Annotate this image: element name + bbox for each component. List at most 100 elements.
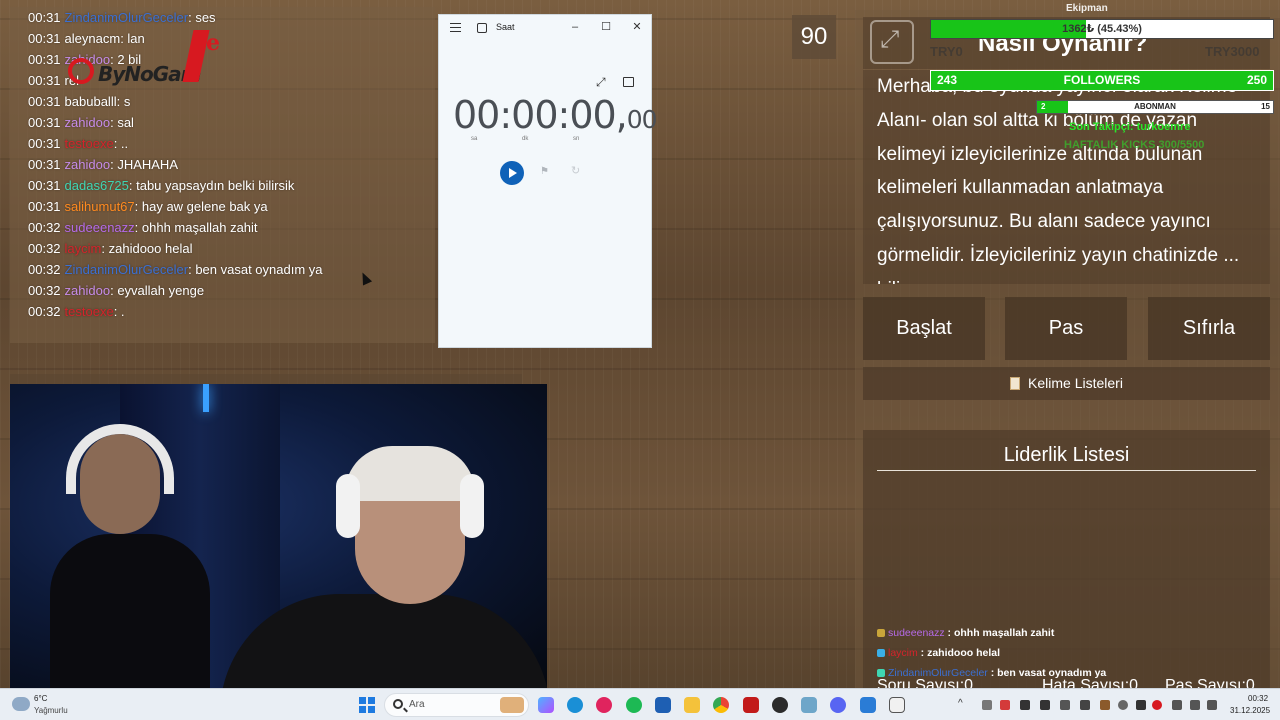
chat-username[interactable]: laycim <box>65 241 102 256</box>
tray-icon-2[interactable] <box>1000 700 1010 710</box>
weather-description[interactable]: Yağmurlu <box>34 706 68 715</box>
tray-icon-9[interactable] <box>1136 700 1146 710</box>
word-lists-button[interactable]: Kelime Listeleri <box>863 367 1270 400</box>
windows-start-icon[interactable] <box>359 697 375 713</box>
stream-chat-text: : ben vasat oynadım ya <box>987 667 1107 679</box>
subscriber-goal-bar: 2 ABONMAN 15 <box>1036 100 1274 114</box>
chat-text: : s <box>116 94 131 109</box>
chat-timestamp: 00:31 <box>28 52 61 67</box>
clock-app-window[interactable]: Saat – ☐ ✕ ⤢ 00:00:00,00 sa dk sn ⚑ ↻ <box>438 14 658 348</box>
app-window-icon[interactable] <box>860 697 876 713</box>
microphone-icon[interactable] <box>1172 700 1182 710</box>
chat-text: : tabu yapsaydın belki bilirsik <box>128 178 295 193</box>
chat-timestamp: 00:31 <box>28 136 61 151</box>
chat-message: 00:31 zahidoo: JHAHAHA <box>10 154 435 175</box>
chat-username[interactable]: ZindanimOlurGeceler <box>65 262 189 277</box>
chat-username[interactable]: sudeeenazz <box>65 220 135 235</box>
clock-titlebar[interactable]: Saat – ☐ ✕ <box>439 15 651 41</box>
streamer-right-cap <box>345 446 475 501</box>
start-button[interactable]: Başlat <box>863 297 985 360</box>
copilot-icon[interactable] <box>538 697 554 713</box>
chevron-up-icon[interactable]: ^ <box>958 698 963 709</box>
tray-icon-10[interactable] <box>1152 700 1162 710</box>
chat-timestamp: 00:32 <box>28 241 61 256</box>
chat-message: 00:31 zahidoo: sal <box>10 112 435 133</box>
user-badge-icon <box>877 669 885 677</box>
chat-username[interactable]: testoexe <box>65 136 114 151</box>
expand-icon[interactable]: ⤢ <box>596 76 606 88</box>
chat-username[interactable]: ZindanimOlurGeceler <box>65 10 189 25</box>
chat-text: : JHAHAHA <box>110 157 178 172</box>
webcam-frame-top <box>10 374 522 384</box>
stream-chat-message: sudeeenazz : ohhh maşallah zahit <box>877 623 1277 643</box>
chat-text: : hay aw gelene bak ya <box>134 199 268 214</box>
stream-chat-message: ZindanimOlurGeceler : ben vasat oynadım … <box>877 663 1277 683</box>
tray-icon-5[interactable] <box>1060 700 1070 710</box>
tray-icon-8[interactable] <box>1118 700 1128 710</box>
stream-chat-username: ZindanimOlurGeceler <box>888 667 988 679</box>
chat-text: : sal <box>110 115 134 130</box>
close-button[interactable]: ✕ <box>628 19 646 35</box>
donation-goal-bar: 1362₺ (45.43%) <box>930 19 1274 39</box>
chat-timestamp: 00:31 <box>28 115 61 130</box>
chrome-icon[interactable] <box>713 697 729 713</box>
minimize-button[interactable]: – <box>566 19 584 35</box>
clock-taskbar-icon[interactable] <box>889 697 905 713</box>
pass-button[interactable]: Pas <box>1005 297 1127 360</box>
stream-chat-username: laycim <box>888 647 918 659</box>
stream-chat-text: : zahidooo helal <box>917 647 1001 659</box>
channel-logo: ByNoGam e <box>68 30 228 90</box>
chat-timestamp: 00:31 <box>28 178 61 193</box>
chat-message: 00:32 zahidoo: eyvallah yenge <box>10 280 435 301</box>
tray-icon-6[interactable] <box>1080 700 1090 710</box>
edge-browser-icon[interactable] <box>567 697 583 713</box>
keep-on-top-icon[interactable] <box>623 77 634 87</box>
weather-temperature[interactable]: 6°C <box>34 694 47 703</box>
tray-icon-7[interactable] <box>1100 700 1110 710</box>
chat-username[interactable]: testoexe <box>65 304 114 319</box>
followers-goal: 250 <box>1246 73 1267 87</box>
chat-text: : . <box>113 304 125 319</box>
obs-icon[interactable] <box>772 697 788 713</box>
chat-username[interactable]: babuballl <box>65 94 117 109</box>
volume-icon[interactable] <box>1207 700 1217 710</box>
tray-icon-1[interactable] <box>982 700 992 710</box>
fullscreen-icon[interactable] <box>870 20 914 64</box>
chat-username[interactable]: zahidoo <box>65 157 111 172</box>
media-player-icon[interactable] <box>596 697 612 713</box>
chat-text: : eyvallah yenge <box>110 283 205 298</box>
chat-timestamp: 00:31 <box>28 157 61 172</box>
reset-icon[interactable]: ↻ <box>571 165 583 177</box>
hamburger-menu-icon[interactable] <box>450 23 461 32</box>
store-icon[interactable] <box>655 697 671 713</box>
chat-text: : ben vasat oynadım ya <box>188 262 323 277</box>
subscriber-goal: 15 <box>1261 102 1270 111</box>
word-lists-label: Kelime Listeleri <box>1028 375 1123 391</box>
unit-seconds: sn <box>573 136 580 142</box>
reset-button[interactable]: Sıfırla <box>1148 297 1270 360</box>
logo-mark-icon <box>68 58 94 84</box>
spotify-icon[interactable] <box>626 697 642 713</box>
goal-min: TRY0 <box>930 44 963 59</box>
network-icon[interactable] <box>1190 700 1200 710</box>
lap-flag-icon[interactable]: ⚑ <box>540 166 550 178</box>
tray-icon-4[interactable] <box>1040 700 1050 710</box>
tray-icon-3[interactable] <box>1020 700 1030 710</box>
search-highlight-icon[interactable] <box>500 697 524 713</box>
chat-timestamp: 00:31 <box>28 10 61 25</box>
file-explorer-icon[interactable] <box>684 697 700 713</box>
weather-cloud-icon[interactable] <box>12 697 30 711</box>
play-button[interactable] <box>500 161 524 185</box>
taskbar-time[interactable]: 00:32 <box>1248 694 1268 703</box>
settings-gear-icon[interactable] <box>801 697 817 713</box>
chat-username[interactable]: zahidoo <box>65 115 111 130</box>
chat-username[interactable]: salihumut67 <box>65 199 135 214</box>
stream-chat-message: laycim : zahidooo helal <box>877 643 1277 663</box>
chat-username[interactable]: zahidoo <box>65 283 111 298</box>
taskbar-date[interactable]: 31.12.2025 <box>1230 706 1270 715</box>
user-badge-icon <box>877 629 885 637</box>
maximize-button[interactable]: ☐ <box>597 19 615 35</box>
chat-username[interactable]: dadas6725 <box>65 178 129 193</box>
streaming-app-icon[interactable] <box>743 697 759 713</box>
discord-icon[interactable] <box>830 697 846 713</box>
